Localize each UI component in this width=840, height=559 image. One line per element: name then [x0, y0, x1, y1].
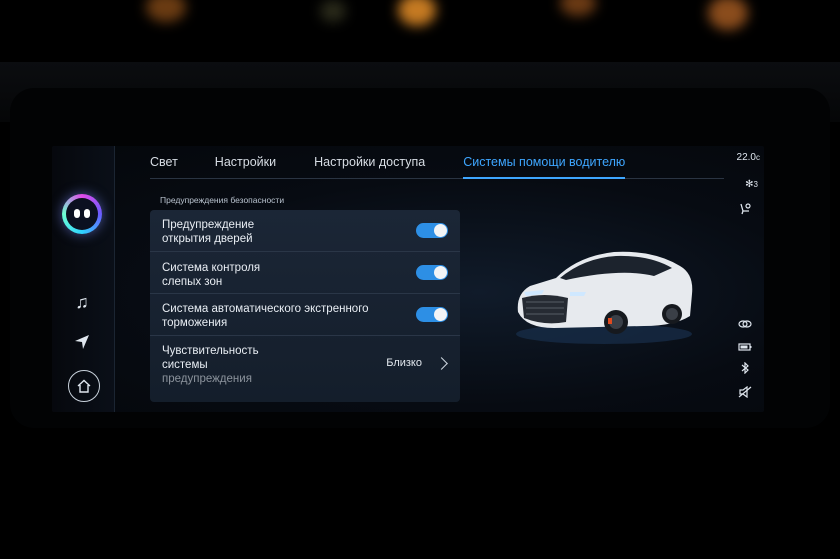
bluetooth-icon [741, 362, 749, 374]
bokeh-light [320, 0, 346, 22]
row-label-line: Предупреждение [162, 219, 255, 231]
list-item-warning-sensitivity[interactable]: Чувствительность системы предупреждения … [150, 336, 460, 402]
list-item-blind-spot-monitoring[interactable]: Система контроля слепых зон [150, 252, 460, 294]
assistant-eye-left [74, 209, 80, 218]
temperature-unit: c [756, 153, 760, 162]
home-button[interactable] [68, 370, 100, 402]
bokeh-light [146, 0, 186, 22]
row-label-line: Чувствительность [162, 345, 259, 357]
row-label-line: Система автоматического экстренного [162, 303, 369, 315]
row-label-line: торможения [162, 317, 228, 329]
toggle-knob [434, 266, 447, 279]
fan-level: 3 [753, 180, 758, 189]
music-icon[interactable]: ♫ [68, 288, 96, 316]
assistant-eye-right [84, 209, 90, 218]
tab-driver-assistance[interactable]: Системы помощи водителю [463, 152, 626, 179]
sensitivity-value: Близко [386, 357, 422, 369]
tab-access-settings[interactable]: Настройки доступа [314, 152, 425, 178]
row-label: Предупреждение открытия дверей [162, 218, 254, 246]
tab-settings[interactable]: Настройки [215, 152, 276, 178]
row-label-line: открытия дверей [162, 233, 253, 245]
row-label: Система контроля слепых зон [162, 261, 260, 289]
list-item-door-open-warning[interactable]: Предупреждение открытия дверей [150, 210, 460, 252]
section-title: Предупреждения безопасности [160, 195, 285, 205]
bokeh-light [398, 0, 436, 26]
toggle-knob [434, 224, 447, 237]
bokeh-light [560, 0, 596, 16]
row-label: Чувствительность системы предупреждения [162, 344, 259, 386]
safety-warnings-list: Предупреждение открытия дверей Система к… [150, 210, 460, 402]
toggle-knob [434, 308, 447, 321]
emergency-braking-toggle[interactable] [416, 307, 448, 322]
seat-icon[interactable] [738, 203, 752, 215]
row-label-line: предупреждения [162, 373, 252, 385]
row-label-line: Система контроля [162, 262, 261, 274]
assistant-face [66, 198, 98, 230]
row-label: Система автоматического экстренного торм… [162, 302, 369, 330]
home-icon [77, 379, 91, 393]
battery-icon [738, 343, 752, 351]
bokeh-light [708, 0, 748, 30]
fan-icon: ✻ [745, 179, 754, 190]
left-dock: ♫ [52, 146, 115, 412]
car-illustration [504, 242, 704, 352]
blind-spot-monitoring-toggle[interactable] [416, 265, 448, 280]
door-open-warning-toggle[interactable] [416, 223, 448, 238]
settings-tabs: Свет Настройки Настройки доступа Системы… [150, 152, 724, 179]
row-label-line: слепых зон [162, 276, 223, 288]
list-item-emergency-braking[interactable]: Система автоматического экстренного торм… [150, 294, 460, 336]
navigation-icon[interactable] [68, 328, 96, 356]
row-label-line: системы [162, 359, 208, 371]
fan-status[interactable]: ✻3 [745, 179, 758, 190]
mute-icon[interactable] [738, 386, 752, 398]
infotainment-screen: ♫ Свет Настройки Настройки доступа Систе… [52, 146, 764, 412]
temperature-readout: 22.0c [737, 152, 760, 163]
link-icon [738, 320, 752, 328]
temperature-value: 22.0 [736, 152, 756, 163]
tab-light[interactable]: Свет [150, 152, 178, 178]
voice-assistant-avatar[interactable] [62, 194, 102, 234]
chevron-right-icon [435, 357, 448, 370]
